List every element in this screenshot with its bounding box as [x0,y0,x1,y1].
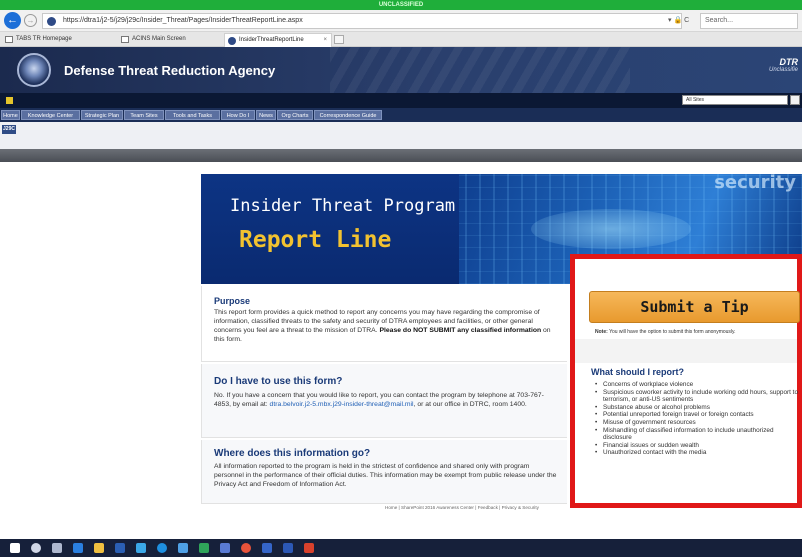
banner-subtitle: Report Line [239,227,392,253]
list-item: Financial issues or sudden wealth [589,442,799,450]
use-form-card: Do I have to use this form? No. If you h… [201,364,567,438]
breadcrumb [0,149,802,162]
nav-item-tools-and-tasks[interactable]: Tools and Tasks [165,110,220,120]
banner-glow [531,209,691,249]
browser-search-input[interactable]: Search... [700,13,798,29]
use-form-title: Do I have to use this form? [214,376,343,387]
nav-item-org-charts[interactable]: Org Charts [277,110,313,120]
favorite-link[interactable]: TABS TR Homepage [4,34,72,45]
search-icon[interactable] [31,543,41,553]
browser-tab-row: TABS TR Homepage ACINS Main Screen Insid… [0,32,802,47]
favorite-link[interactable]: ACINS Main Screen [120,34,186,45]
app-icon[interactable] [220,543,230,553]
forward-arrow-icon[interactable]: → [24,14,37,27]
top-navigation: Home Knowledge Center Strategic Plan Tea… [0,108,802,122]
agency-name: Defense Threat Reduction Agency [64,63,276,78]
purpose-text: This report form provides a quick method… [214,309,551,343]
anonymous-note: Note: You will have the option to submit… [595,329,736,335]
what-to-report-title: What should I report? [591,367,684,377]
nav-item-team-sites[interactable]: Team Sites [124,110,164,120]
app-icon[interactable] [262,543,272,553]
page-footer[interactable]: Home | SharePoint 2016 Awareness Center … [385,505,539,510]
list-item: Substance abuse or alcohol problems [589,404,799,412]
app-icon[interactable] [178,543,188,553]
outlook-icon[interactable] [136,543,146,553]
browser-address-row: ← → https://dtra1/j2-5/j29/j29c/Insider_… [0,10,802,32]
site-favicon-icon [228,37,236,45]
nav-item-home[interactable]: Home [1,110,20,120]
classification-banner: UNCLASSIFIED [0,0,802,10]
nav-item-knowledge-center[interactable]: Knowledge Center [21,110,80,120]
email-link[interactable]: dtra.belvoir.j2-5.mbx.j29-insider-threat… [270,401,414,408]
new-tab-button[interactable] [334,35,344,44]
internet-explorer-icon[interactable] [157,543,167,553]
nav-item-how-do-i[interactable]: How Do I [221,110,255,120]
header-decoration [330,47,630,93]
subsite-bar: J29C [0,122,802,149]
what-to-report-list: Concerns of workplace violence Suspiciou… [589,381,799,457]
app-icon[interactable] [283,543,293,553]
list-item: Mishandling of classified information to… [589,427,799,442]
subsite-badge[interactable]: J29C [2,125,16,134]
start-button-icon[interactable] [10,543,20,553]
file-explorer-icon[interactable] [94,543,104,553]
list-item: Suspicious coworker activity to include … [589,389,799,404]
back-arrow-icon[interactable]: ← [4,12,21,29]
address-bar[interactable]: https://dtra1/j2-5/j29/j29c/Insider_Thre… [42,13,682,29]
nav-item-news[interactable]: News [256,110,276,120]
nav-item-strategic-plan[interactable]: Strategic Plan [81,110,123,120]
site-favicon-icon [47,17,56,26]
os-taskbar [0,539,802,557]
task-view-icon[interactable] [52,543,62,553]
lock-icon [6,97,13,104]
list-item: Potential unreported foreign travel or f… [589,411,799,419]
url-text: https://dtra1/j2-5/j29/j29c/Insider_Thre… [63,17,303,24]
close-icon[interactable]: × [323,34,327,47]
app-icon[interactable] [304,543,314,553]
excel-icon[interactable] [199,543,209,553]
nav-item-correspondence-guide[interactable]: Correspondence Guide [314,110,382,120]
panel-divider [575,339,797,363]
banner-watermark: security [714,174,796,193]
word-icon[interactable] [115,543,125,553]
app-icon[interactable] [241,543,251,553]
list-item: Misuse of government resources [589,419,799,427]
info-destination-card: Where does this information go? All info… [201,440,567,504]
purpose-title: Purpose [214,296,251,306]
edge-browser-icon[interactable] [73,543,83,553]
site-toolbar: All Sites [0,93,802,108]
address-tools[interactable]: ▾ 🔒 C [668,13,689,29]
purpose-card: Purpose This report form provides a quic… [201,286,567,362]
site-header: Defense Threat Reduction Agency DTR Uncl… [0,47,802,93]
site-search-scope-select[interactable]: All Sites [682,95,788,105]
submit-tip-button[interactable]: Submit a Tip [589,291,800,323]
dtra-seal-logo [17,53,51,87]
list-item: Concerns of workplace violence [589,381,799,389]
info-destination-text: All information reported to the program … [214,463,557,488]
use-form-text: No. If you have a concern that you would… [214,392,544,408]
info-destination-title: Where does this information go? [214,448,371,459]
browser-tab-active[interactable]: InsiderThreatReportLine × [224,33,332,47]
page-icon [121,36,129,43]
header-right-title: DTR Unclassifie [768,57,798,73]
list-item: Unauthorized contact with the media [589,449,799,457]
search-go-button[interactable] [790,95,800,105]
banner-title: Insider Threat Program [230,196,456,216]
page-icon [5,36,13,43]
classified-warning: Please do NOT SUBMIT any classified info… [379,327,542,334]
submit-tip-panel: Submit a Tip Note: You will have the opt… [570,254,802,508]
